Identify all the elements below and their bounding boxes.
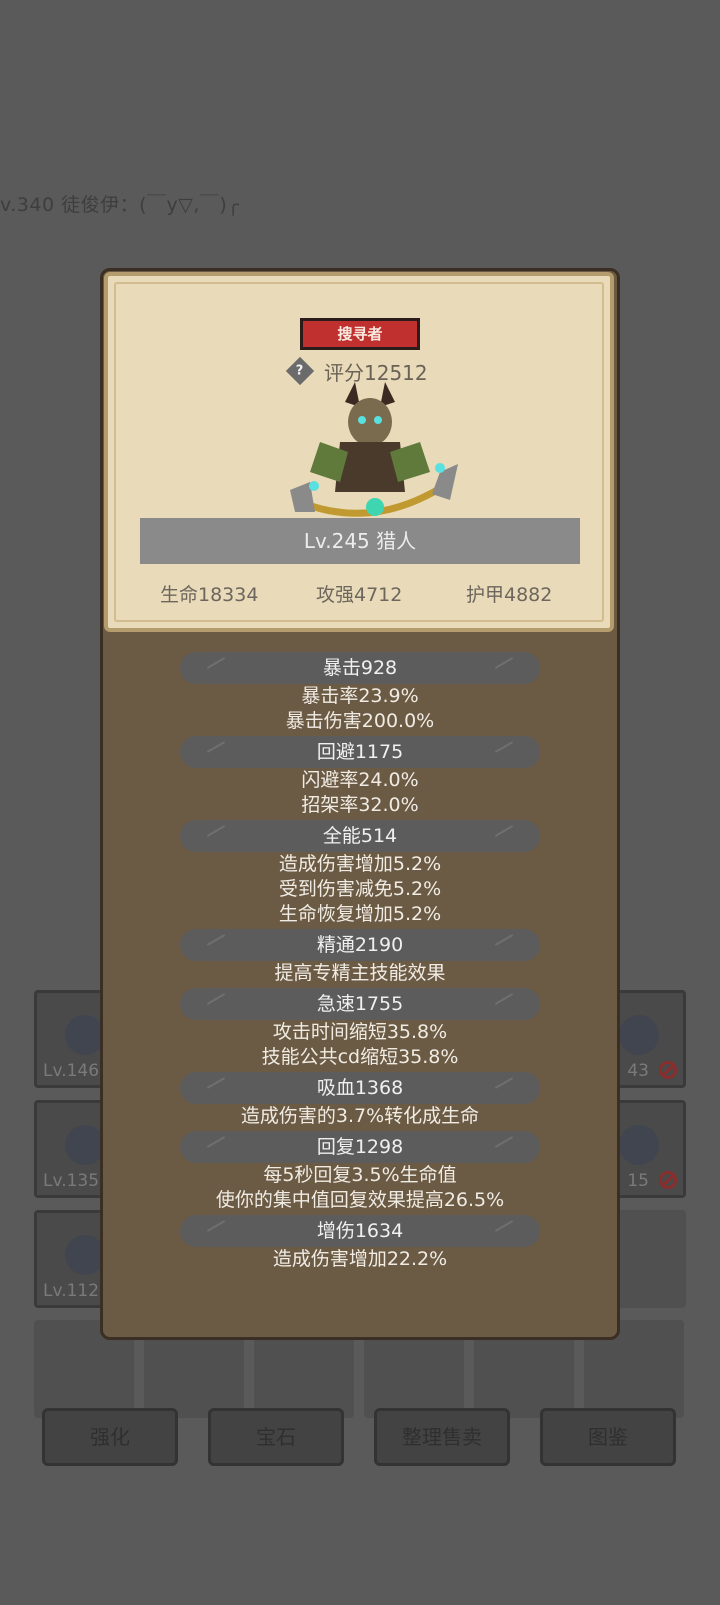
stat-block-lifesteal: 吸血1368 造成伤害的3.7%转化成生命	[100, 1072, 620, 1129]
armor-stat: 护甲4882	[466, 584, 553, 606]
stat-detail: 提高专精主技能效果	[274, 962, 446, 984]
level-name-bar: Lv.245 猎人	[140, 518, 580, 564]
stat-title: 增伤1634	[180, 1215, 540, 1247]
stat-block-regen: 回复1298 每5秒回复3.5%生命值 使你的集中值回复效果提高26.5%	[100, 1131, 620, 1213]
stat-block-dodge: 回避1175 闪避率24.0% 招架率32.0%	[100, 736, 620, 818]
stat-detail: 造成伤害增加5.2%	[278, 853, 442, 875]
stat-title: 精通2190	[180, 929, 540, 961]
stat-block-damage-boost: 增伤1634 造成伤害增加22.2%	[100, 1215, 620, 1272]
stat-title: 回避1175	[180, 736, 540, 768]
stats-list: 暴击928 暴击率23.9% 暴击伤害200.0% 回避1175 闪避率24.0…	[100, 652, 620, 1274]
stat-block-haste: 急速1755 攻击时间缩短35.8% 技能公共cd缩短35.8%	[100, 988, 620, 1070]
stat-title: 暴击928	[180, 652, 540, 684]
stat-detail: 受到伤害减免5.2%	[278, 878, 442, 900]
stat-detail: 使你的集中值回复效果提高26.5%	[215, 1189, 505, 1211]
stat-block-crit: 暴击928 暴击率23.9% 暴击伤害200.0%	[100, 652, 620, 734]
stat-block-mastery: 精通2190 提高专精主技能效果	[100, 929, 620, 986]
stat-title: 全能514	[180, 820, 540, 852]
stat-title: 急速1755	[180, 988, 540, 1020]
stat-detail: 暴击率23.9%	[301, 685, 419, 707]
hunter-character-icon	[290, 382, 458, 517]
stat-detail: 闪避率24.0%	[301, 769, 419, 791]
stat-detail: 技能公共cd缩短35.8%	[261, 1046, 459, 1068]
stat-detail: 暴击伤害200.0%	[285, 710, 435, 732]
title-badge: 搜寻者	[300, 318, 420, 350]
stat-detail: 造成伤害的3.7%转化成生命	[240, 1105, 480, 1127]
stat-detail: 造成伤害增加22.2%	[272, 1248, 448, 1270]
help-icon[interactable]: ?	[285, 356, 315, 386]
stat-title: 吸血1368	[180, 1072, 540, 1104]
stat-title: 回复1298	[180, 1131, 540, 1163]
hp-stat: 生命18334	[160, 584, 259, 606]
stat-detail: 攻击时间缩短35.8%	[272, 1021, 448, 1043]
stat-block-versatility: 全能514 造成伤害增加5.2% 受到伤害减免5.2% 生命恢复增加5.2%	[100, 820, 620, 927]
stat-detail: 每5秒回复3.5%生命值	[263, 1164, 457, 1186]
stat-detail: 招架率32.0%	[301, 794, 419, 816]
help-glyph: ?	[296, 363, 304, 379]
attack-stat: 攻强4712	[316, 584, 403, 606]
stat-detail: 生命恢复增加5.2%	[278, 903, 442, 925]
